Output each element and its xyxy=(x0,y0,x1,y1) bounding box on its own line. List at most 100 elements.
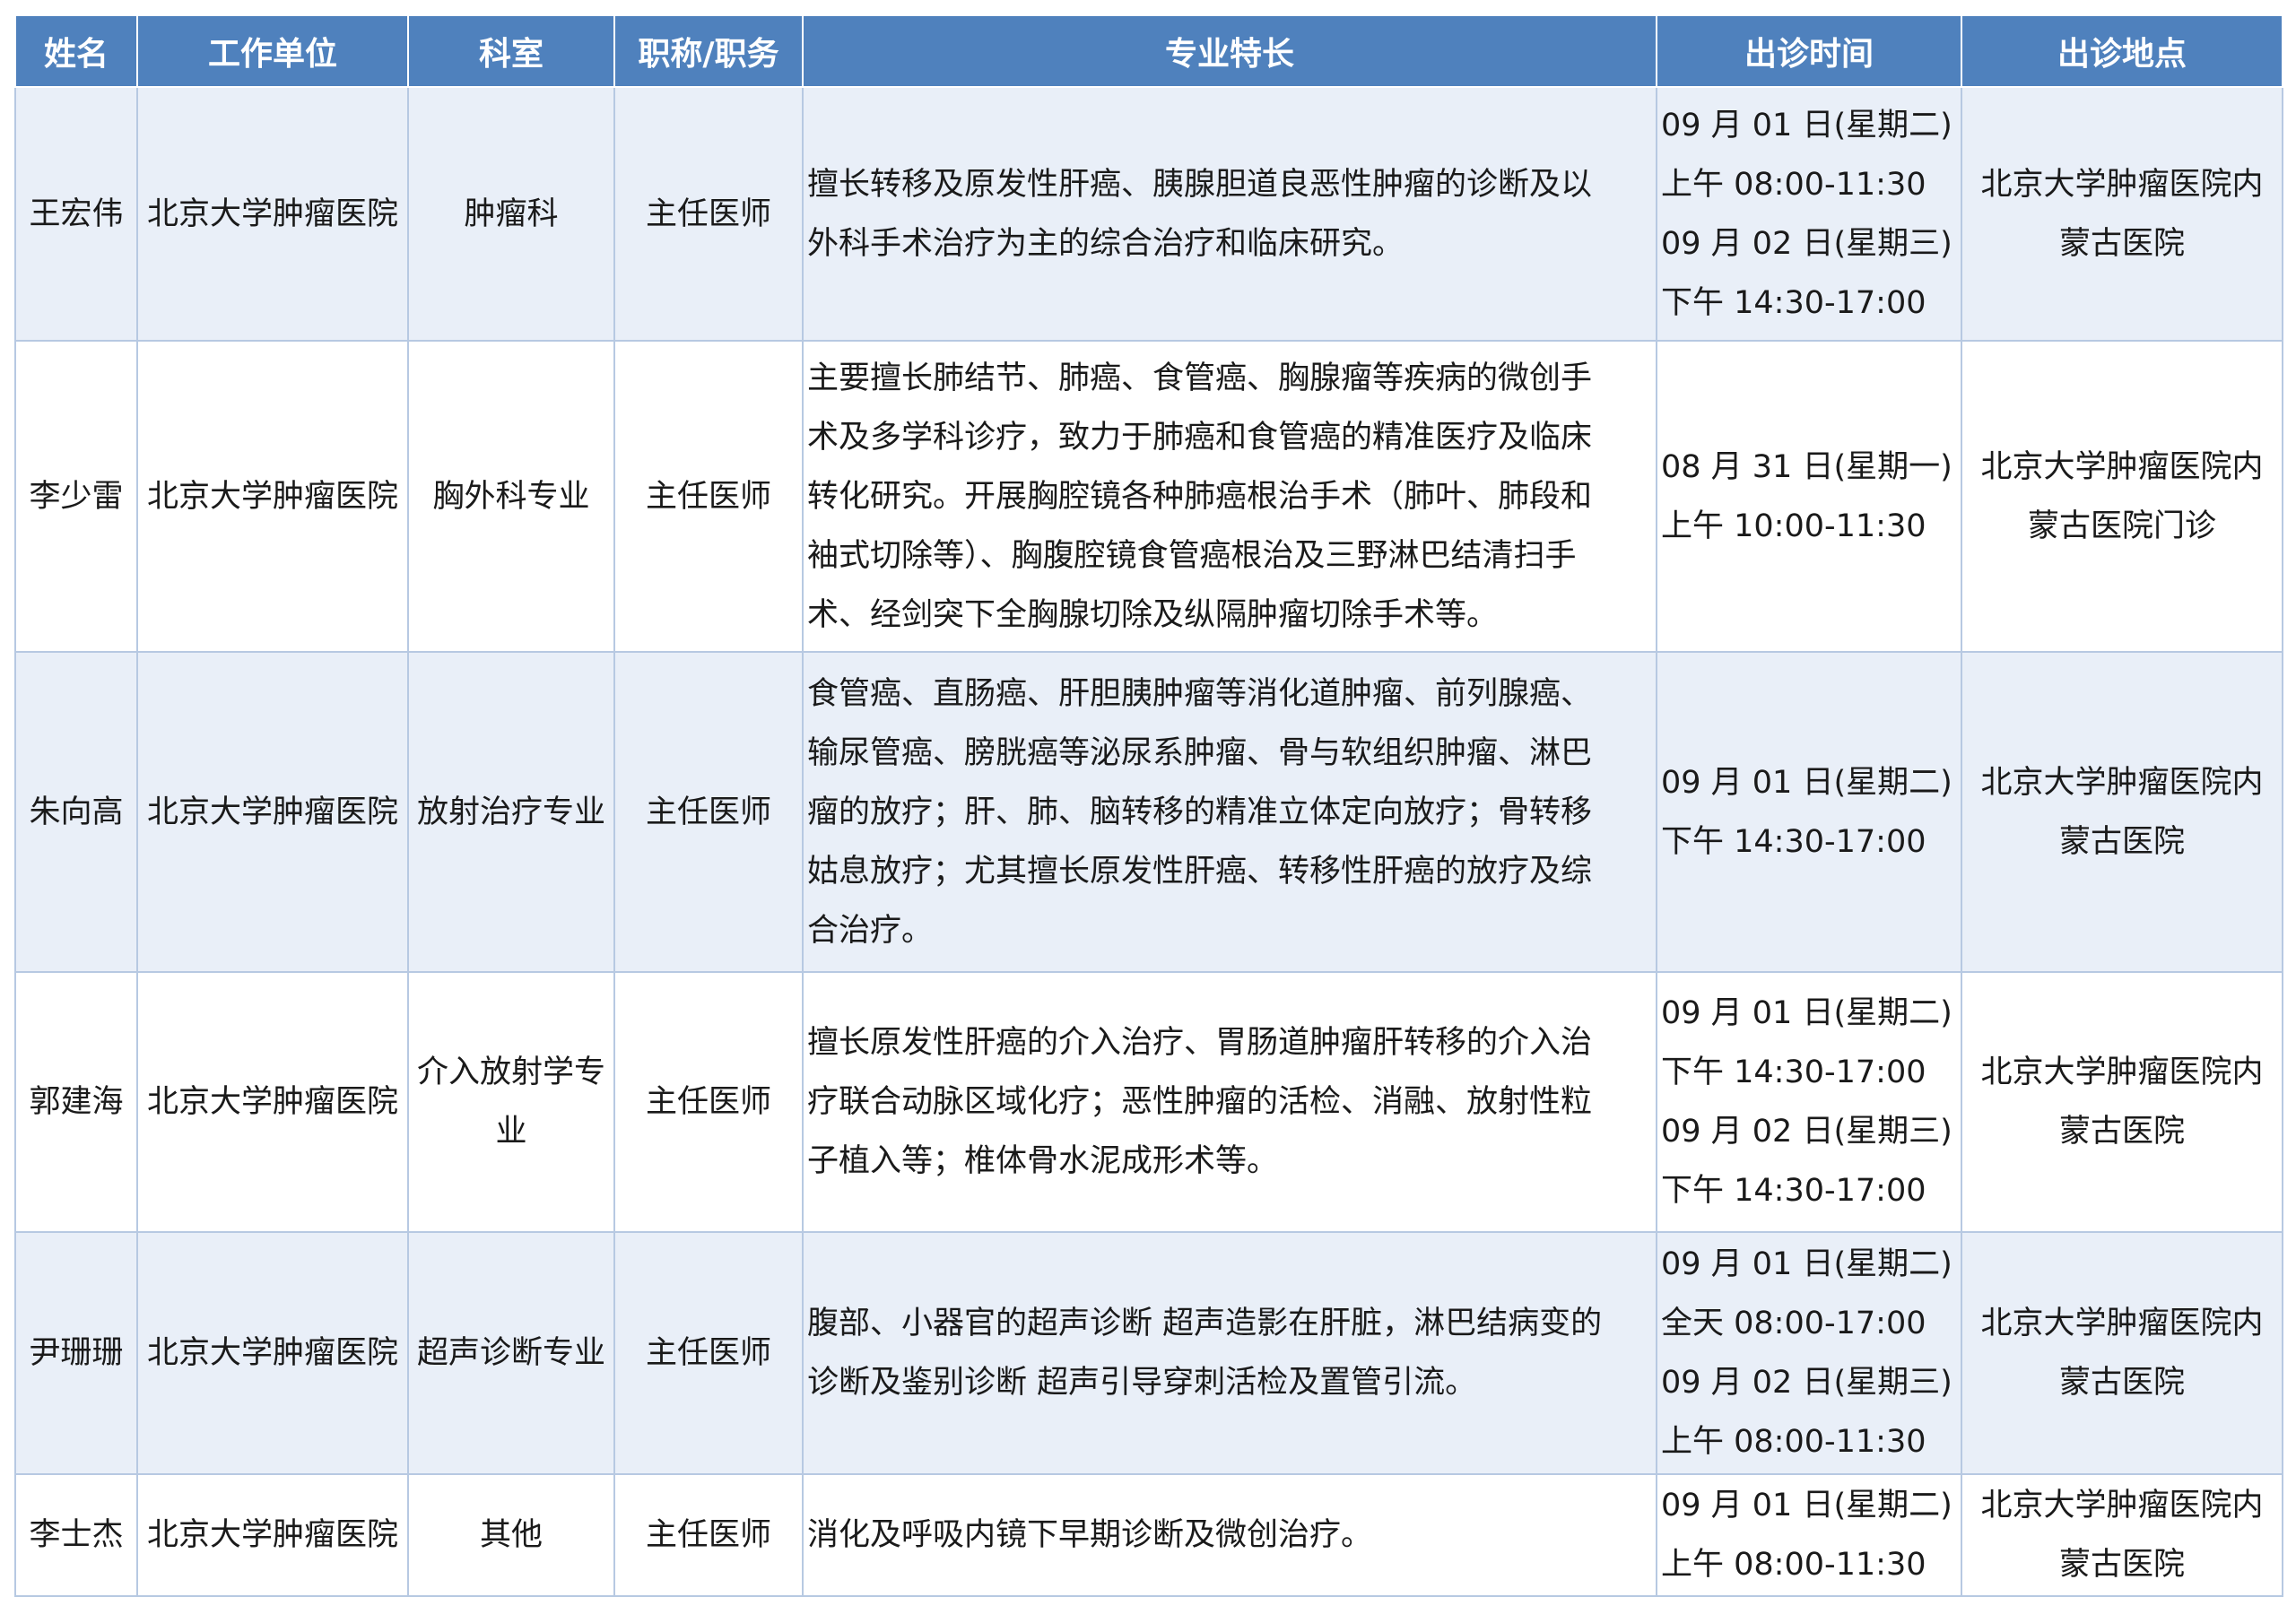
specialty-line: 袖式切除等）、胸腹腔镜食管癌根治及三野淋巴结清扫手 xyxy=(807,537,1577,574)
cell-unit: 北京大学肿瘤医院 xyxy=(136,86,409,342)
location-line: 蒙古医院 xyxy=(2058,1114,2185,1150)
cell-dept: 放射治疗专业 xyxy=(407,651,615,973)
time-line: 09 月 01 日(星期二) xyxy=(1661,107,1952,143)
cell-name: 王宏伟 xyxy=(14,86,138,342)
cell-time: 09 月 01 日(星期二) 下午 14:30-17:00 xyxy=(1656,651,1962,973)
cell-unit: 北京大学肿瘤医院 xyxy=(136,340,409,653)
cell-time: 08 月 31 日(星期一) 上午 10:00-11:30 xyxy=(1656,340,1962,653)
time-line: 上午 08:00-11:30 xyxy=(1661,166,1926,203)
cell-location: 北京大学肿瘤医院内 蒙古医院 xyxy=(1961,971,2283,1233)
specialty-line: 输尿管癌、膀胱癌等泌尿系肿瘤、骨与软组织肿瘤、淋巴 xyxy=(807,734,1593,771)
time-line: 09 月 02 日(星期三) xyxy=(1661,1114,1952,1150)
time-line: 09 月 01 日(星期二) xyxy=(1661,1246,1952,1282)
cell-unit: 北京大学肿瘤医院 xyxy=(136,1473,409,1597)
cell-dept: 胸外科专业 xyxy=(407,340,615,653)
time-line: 09 月 01 日(星期二) xyxy=(1661,764,1952,801)
time-line: 上午 08:00-11:30 xyxy=(1661,1424,1926,1460)
dept-line: 肿瘤科 xyxy=(464,195,559,232)
specialty-line: 诊断及鉴别诊断 超声引导穿刺活检及置管引流。 xyxy=(807,1365,1477,1401)
cell-location: 北京大学肿瘤医院内 蒙古医院 xyxy=(1961,1231,2283,1475)
cell-time: 09 月 01 日(星期二) 下午 14:30-17:00 09 月 02 日(… xyxy=(1656,971,1962,1233)
dept-line: 业 xyxy=(495,1114,527,1150)
cell-specialty: 擅长原发性肝癌的介入治疗、胃肠道肿瘤肝转移的介入治 疗联合动脉区域化疗；恶性肿瘤… xyxy=(802,971,1657,1233)
specialty-line: 术、经剑突下全胸腺切除及纵隔肿瘤切除手术等。 xyxy=(807,596,1499,633)
dept-line: 介入放射学专 xyxy=(416,1055,605,1090)
dept-line: 超声诊断专业 xyxy=(416,1335,605,1371)
cell-time: 09 月 01 日(星期二) 上午 08:00-11:30 09 月 02 日(… xyxy=(1656,86,1962,342)
time-line: 09 月 01 日(星期二) xyxy=(1661,1488,1952,1523)
specialty-line: 腹部、小器官的超声诊断 超声造影在肝脏，淋巴结病变的 xyxy=(807,1306,1603,1341)
cell-dept: 介入放射学专 业 xyxy=(407,971,615,1233)
location-line: 蒙古医院 xyxy=(2058,823,2185,860)
cell-time: 09 月 01 日(星期二) 上午 08:00-11:30 xyxy=(1656,1473,1962,1597)
table-row: 王宏伟 北京大学肿瘤医院 肿瘤科 主任医师 擅长转移及原发性肝癌、胰腺胆道良恶性… xyxy=(14,86,2283,342)
time-line: 上午 08:00-11:30 xyxy=(1661,1547,1926,1583)
time-line: 下午 14:30-17:00 xyxy=(1661,1055,1926,1090)
header-time: 出诊时间 xyxy=(1656,14,1962,88)
cell-specialty: 主要擅长肺结节、肺癌、食管癌、胸腺瘤等疾病的微创手 术及多学科诊疗，致力于肺癌和… xyxy=(802,340,1657,653)
specialty-line: 合治疗。 xyxy=(807,912,934,949)
table-row: 李少雷 北京大学肿瘤医院 胸外科专业 主任医师 主要擅长肺结节、肺癌、食管癌、胸… xyxy=(14,340,2283,653)
location-line: 北京大学肿瘤医院内 xyxy=(1980,166,2264,203)
time-line: 下午 14:30-17:00 xyxy=(1661,284,1926,321)
cell-title: 主任医师 xyxy=(613,651,804,973)
header-row: 姓名 工作单位 科室 职称/职务 专业特长 出诊时间 出诊地点 xyxy=(14,14,2283,88)
specialty-line: 转化研究。开展胸腔镜各种肺癌根治手术（肺叶、肺段和 xyxy=(807,478,1593,515)
header-unit: 工作单位 xyxy=(136,14,409,88)
time-line: 下午 14:30-17:00 xyxy=(1661,1173,1926,1209)
time-line: 08 月 31 日(星期一) xyxy=(1661,448,1952,485)
specialty-line: 术及多学科诊疗，致力于肺癌和食管癌的精准医疗及临床 xyxy=(807,419,1593,456)
specialty-line: 擅长转移及原发性肝癌、胰腺胆道良恶性肿瘤的诊断及以 xyxy=(807,166,1593,203)
table-row: 李士杰 北京大学肿瘤医院 其他 主任医师 消化及呼吸内镜下早期诊断及微创治疗。 … xyxy=(14,1473,2283,1597)
location-line: 北京大学肿瘤医院内 xyxy=(1980,764,2264,801)
specialty-line: 擅长原发性肝癌的介入治疗、胃肠道肿瘤肝转移的介入治 xyxy=(807,1025,1593,1061)
specialty-line: 姑息放疗；尤其擅长原发性肝癌、转移性肝癌的放疗及综 xyxy=(807,853,1593,890)
table-row: 朱向高 北京大学肿瘤医院 放射治疗专业 主任医师 食管癌、直肠癌、肝胆胰肿瘤等消… xyxy=(14,651,2283,973)
cell-unit: 北京大学肿瘤医院 xyxy=(136,1231,409,1475)
header-specialty: 专业特长 xyxy=(802,14,1657,88)
table-row: 尹珊珊 北京大学肿瘤医院 超声诊断专业 主任医师 腹部、小器官的超声诊断 超声造… xyxy=(14,1231,2283,1475)
cell-name: 尹珊珊 xyxy=(14,1231,138,1475)
specialty-line: 外科手术治疗为主的综合治疗和临床研究。 xyxy=(807,225,1405,262)
location-line: 北京大学肿瘤医院内 xyxy=(1980,1055,2264,1090)
cell-name: 郭建海 xyxy=(14,971,138,1233)
cell-name: 朱向高 xyxy=(14,651,138,973)
header-title: 职称/职务 xyxy=(613,14,804,88)
cell-dept: 超声诊断专业 xyxy=(407,1231,615,1475)
specialty-line: 瘤的放疗；肝、肺、脑转移的精准立体定向放疗；骨转移 xyxy=(807,794,1593,830)
time-line: 09 月 01 日(星期二) xyxy=(1661,995,1952,1031)
header-dept: 科室 xyxy=(407,14,615,88)
cell-specialty: 擅长转移及原发性肝癌、胰腺胆道良恶性肿瘤的诊断及以 外科手术治疗为主的综合治疗和… xyxy=(802,86,1657,342)
dept-line: 其他 xyxy=(479,1517,543,1553)
location-line: 北京大学肿瘤医院内 xyxy=(1980,1488,2264,1523)
header-location: 出诊地点 xyxy=(1961,14,2283,88)
cell-title: 主任医师 xyxy=(613,86,804,342)
specialty-line: 主要擅长肺结节、肺癌、食管癌、胸腺瘤等疾病的微创手 xyxy=(807,360,1593,396)
cell-specialty: 食管癌、直肠癌、肝胆胰肿瘤等消化道肿瘤、前列腺癌、 输尿管癌、膀胱癌等泌尿系肿瘤… xyxy=(802,651,1657,973)
location-line: 蒙古医院 xyxy=(2058,225,2185,262)
cell-location: 北京大学肿瘤医院内 蒙古医院 xyxy=(1961,651,2283,973)
cell-location: 北京大学肿瘤医院内 蒙古医院 xyxy=(1961,86,2283,342)
cell-name: 李少雷 xyxy=(14,340,138,653)
specialty-line: 疗联合动脉区域化疗；恶性肿瘤的活检、消融、放射性粒 xyxy=(807,1084,1593,1120)
location-line: 蒙古医院 xyxy=(2058,1365,2185,1401)
cell-dept: 肿瘤科 xyxy=(407,86,615,342)
cell-title: 主任医师 xyxy=(613,340,804,653)
location-line: 蒙古医院门诊 xyxy=(2027,508,2216,544)
location-line: 蒙古医院 xyxy=(2058,1547,2185,1583)
dept-line: 胸外科专业 xyxy=(432,478,590,515)
cell-unit: 北京大学肿瘤医院 xyxy=(136,651,409,973)
cell-title: 主任医师 xyxy=(613,1473,804,1597)
cell-time: 09 月 01 日(星期二) 全天 08:00-17:00 09 月 02 日(… xyxy=(1656,1231,1962,1475)
cell-title: 主任医师 xyxy=(613,971,804,1233)
location-line: 北京大学肿瘤医院内 xyxy=(1980,448,2264,485)
dept-line: 放射治疗专业 xyxy=(416,794,605,830)
specialty-line: 食管癌、直肠癌、肝胆胰肿瘤等消化道肿瘤、前列腺癌、 xyxy=(807,675,1593,712)
cell-location: 北京大学肿瘤医院内 蒙古医院门诊 xyxy=(1961,340,2283,653)
specialty-line: 消化及呼吸内镜下早期诊断及微创治疗。 xyxy=(807,1517,1373,1553)
time-line: 09 月 02 日(星期三) xyxy=(1661,1365,1952,1401)
cell-dept: 其他 xyxy=(407,1473,615,1597)
header-name: 姓名 xyxy=(14,14,138,88)
specialty-line: 子植入等；椎体骨水泥成形术等。 xyxy=(807,1143,1279,1179)
time-line: 下午 14:30-17:00 xyxy=(1661,823,1926,860)
